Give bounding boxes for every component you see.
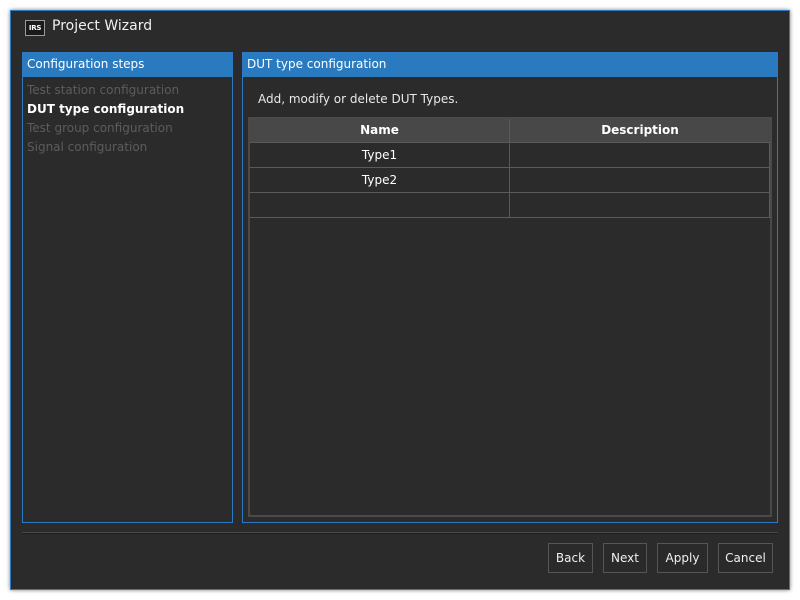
steps-list: Test station configuration DUT type conf… <box>23 77 232 157</box>
instruction-text: Add, modify or delete DUT Types. <box>258 92 459 106</box>
footer-divider-shadow <box>22 533 778 534</box>
dut-type-panel: DUT type configuration Add, modify or de… <box>242 52 778 523</box>
new-row[interactable] <box>250 193 769 218</box>
window-title: Project Wizard <box>52 18 153 34</box>
column-header-description[interactable]: Description <box>510 119 770 142</box>
content-panel-header: DUT type configuration <box>243 53 777 77</box>
apply-button[interactable]: Apply <box>657 543 708 573</box>
dut-types-grid: Name Description Type1 Type2 <box>248 117 772 517</box>
cancel-button[interactable]: Cancel <box>718 543 773 573</box>
name-cell[interactable]: Type2 <box>250 168 510 192</box>
step-signal[interactable]: Signal configuration <box>27 138 232 157</box>
next-button[interactable]: Next <box>603 543 647 573</box>
description-cell[interactable] <box>510 193 769 217</box>
grid-rows: Type1 Type2 <box>250 143 770 218</box>
title-bar: IRS Project Wizard <box>11 11 789 45</box>
step-test-group[interactable]: Test group configuration <box>27 119 232 138</box>
project-wizard-window: IRS Project Wizard Configuration steps T… <box>10 10 790 590</box>
description-cell[interactable] <box>510 143 769 167</box>
name-cell[interactable] <box>250 193 510 217</box>
column-header-name[interactable]: Name <box>250 119 510 142</box>
table-row[interactable]: Type1 <box>250 143 769 168</box>
app-logo: IRS <box>25 20 45 36</box>
steps-panel-header: Configuration steps <box>23 53 232 77</box>
name-cell[interactable]: Type1 <box>250 143 510 167</box>
grid-header: Name Description <box>250 119 770 143</box>
back-button[interactable]: Back <box>548 543 593 573</box>
table-row[interactable]: Type2 <box>250 168 769 193</box>
description-cell[interactable] <box>510 168 769 192</box>
configuration-steps-panel: Configuration steps Test station configu… <box>22 52 233 523</box>
step-test-station[interactable]: Test station configuration <box>27 81 232 100</box>
step-dut-type[interactable]: DUT type configuration <box>27 100 232 119</box>
